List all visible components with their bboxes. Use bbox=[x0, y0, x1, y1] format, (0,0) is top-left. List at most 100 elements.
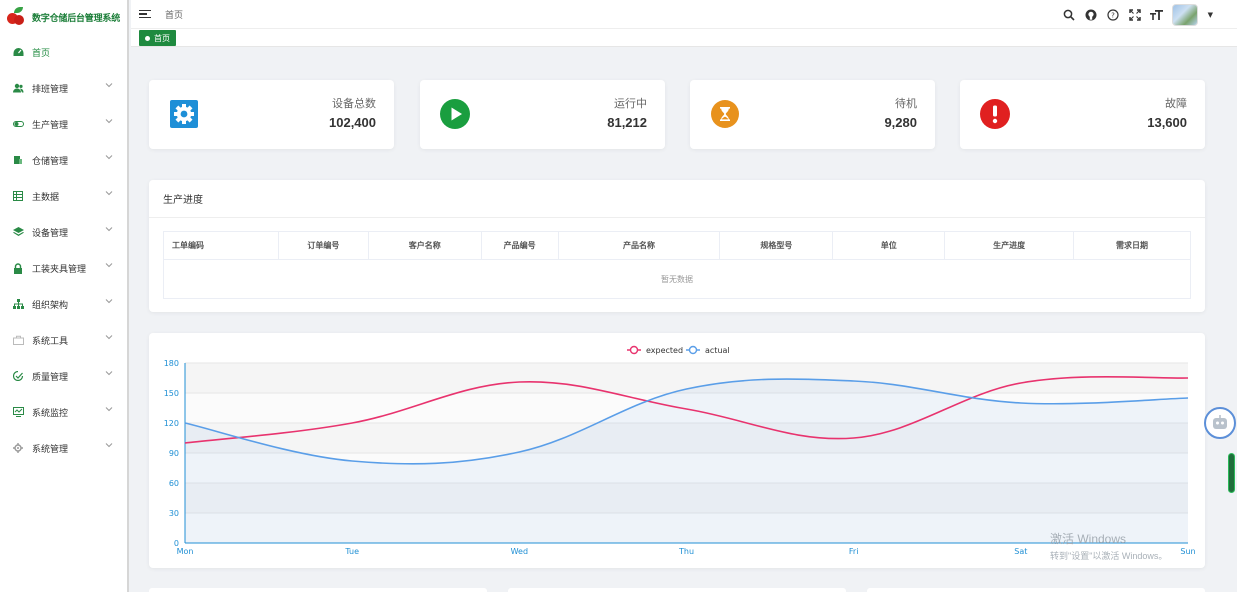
tags-view: 首页 bbox=[131, 28, 1237, 47]
logo-icon bbox=[6, 7, 26, 27]
sidebar-item[interactable]: 组织架构 bbox=[0, 286, 127, 322]
bottom-card bbox=[508, 588, 846, 592]
monitor-icon bbox=[12, 406, 24, 418]
column-header[interactable]: 需求日期 bbox=[1073, 231, 1191, 260]
x-tick-label: Tue bbox=[344, 547, 359, 556]
tag-label: 首页 bbox=[154, 33, 170, 43]
legend-label: actual bbox=[705, 346, 730, 355]
column-header[interactable]: 产品编号 bbox=[480, 231, 559, 260]
search-icon[interactable] bbox=[1062, 8, 1076, 22]
stat-label: 设备总数 bbox=[332, 97, 376, 110]
play-icon bbox=[440, 99, 470, 129]
chevron-down-icon bbox=[105, 369, 113, 377]
column-header[interactable]: 订单编号 bbox=[277, 231, 369, 260]
tag-home[interactable]: 首页 bbox=[139, 30, 176, 46]
sidebar-item-label: 系统监控 bbox=[32, 408, 69, 419]
stat-card-total: 设备总数 102,400 bbox=[149, 80, 394, 149]
hourglass-icon bbox=[710, 99, 740, 129]
y-tick-label: 180 bbox=[164, 359, 179, 368]
chevron-down-icon bbox=[105, 153, 113, 161]
top-navbar: 首页 ? ▼ bbox=[131, 0, 1237, 28]
fullscreen-icon[interactable] bbox=[1128, 8, 1142, 22]
svg-text:?: ? bbox=[1111, 12, 1115, 20]
sidebar-item[interactable]: 系统管理 bbox=[0, 430, 127, 466]
sidebar-item[interactable]: 生产管理 bbox=[0, 106, 127, 142]
sidebar-item-label: 系统管理 bbox=[32, 444, 69, 455]
stat-value: 102,400 bbox=[329, 115, 376, 130]
sidebar-item[interactable]: 首页 bbox=[0, 34, 127, 70]
chevron-down-icon[interactable]: ▼ bbox=[1208, 11, 1213, 19]
lock-icon bbox=[12, 262, 24, 274]
exclamation-icon bbox=[980, 99, 1010, 129]
stat-value: 9,280 bbox=[884, 115, 917, 130]
app-title: 数字仓储后台管理系统 bbox=[32, 13, 121, 24]
chevron-down-icon bbox=[105, 225, 113, 233]
bottom-card bbox=[867, 588, 1205, 592]
assistant-bot-icon[interactable] bbox=[1204, 407, 1236, 439]
y-tick-label: 150 bbox=[164, 389, 179, 398]
github-icon[interactable] bbox=[1084, 8, 1098, 22]
stat-label: 待机 bbox=[895, 97, 917, 110]
column-header[interactable]: 产品名称 bbox=[557, 231, 721, 260]
chevron-down-icon bbox=[105, 261, 113, 269]
sidebar-item[interactable]: 排班管理 bbox=[0, 70, 127, 106]
sidebar: 数字仓储后台管理系统 首页排班管理生产管理仓储管理主数据设备管理工装夹具管理 组织… bbox=[0, 0, 129, 592]
table-header-row: 工单编码 订单编号 客户名称 产品编号 产品名称 规格型号 单位 生产进度 需求日期 bbox=[163, 231, 1191, 260]
breadcrumb[interactable]: 首页 bbox=[165, 8, 183, 21]
sidebar-item[interactable]: 主数据 bbox=[0, 178, 127, 214]
toolbox-icon bbox=[12, 334, 24, 346]
sidebar-item-label: 工装夹具管理 bbox=[32, 264, 87, 275]
sidebar-item-label: 设备管理 bbox=[32, 228, 69, 239]
x-tick-label: Fri bbox=[849, 547, 859, 556]
stat-card-standby: 待机 9,280 bbox=[690, 80, 935, 149]
sidebar-item[interactable]: 系统监控 bbox=[0, 394, 127, 430]
empty-text: 暂无数据 bbox=[163, 259, 1191, 299]
table-icon bbox=[12, 190, 24, 202]
card-title: 生产进度 bbox=[149, 180, 1205, 218]
x-tick-label: Thu bbox=[678, 547, 694, 556]
windows-activation-watermark: 激活 Windows 转到"设置"以激活 Windows。 bbox=[1050, 530, 1167, 562]
sidebar-item-label: 组织架构 bbox=[32, 300, 69, 311]
stat-label: 运行中 bbox=[614, 97, 647, 110]
column-header[interactable]: 单位 bbox=[832, 231, 946, 260]
layers-icon bbox=[12, 226, 24, 238]
watermark-line1: 激活 Windows bbox=[1050, 532, 1127, 546]
sidebar-item-label: 首页 bbox=[32, 48, 51, 59]
watermark-line2: 转到"设置"以激活 Windows。 bbox=[1050, 551, 1168, 561]
gear-icon bbox=[169, 99, 199, 129]
y-tick-label: 90 bbox=[169, 449, 179, 458]
dashboard-icon bbox=[12, 46, 24, 58]
font-size-icon[interactable] bbox=[1149, 8, 1164, 22]
column-header[interactable]: 规格型号 bbox=[719, 231, 834, 260]
column-header[interactable]: 工单编码 bbox=[163, 231, 279, 260]
sidebar-item[interactable]: 质量管理 bbox=[0, 358, 127, 394]
sidebar-item[interactable]: 系统工具 bbox=[0, 322, 127, 358]
column-header[interactable]: 生产进度 bbox=[944, 231, 1075, 260]
user-avatar[interactable] bbox=[1171, 4, 1198, 26]
top-tools: ? ▼ bbox=[1062, 4, 1213, 26]
chevron-down-icon bbox=[105, 189, 113, 197]
x-tick-label: Sun bbox=[1180, 547, 1195, 556]
users-icon bbox=[12, 82, 24, 94]
sidebar-item-label: 系统工具 bbox=[32, 336, 69, 347]
sidebar-item[interactable]: 工装夹具管理 bbox=[0, 250, 127, 286]
logo[interactable]: 数字仓储后台管理系统 bbox=[0, 0, 127, 34]
sidebar-item[interactable]: 设备管理 bbox=[0, 214, 127, 250]
active-dot-icon bbox=[145, 35, 150, 41]
bottom-card bbox=[149, 588, 487, 592]
sidebar-item-label: 生产管理 bbox=[32, 120, 69, 131]
line-chart[interactable]: 0306090120150180Mon Tue Wed Thu Fri Sat Sunexp… bbox=[149, 333, 1205, 568]
legend-label: expected bbox=[646, 346, 683, 355]
org-tree-icon bbox=[12, 298, 24, 310]
help-icon[interactable]: ? bbox=[1106, 8, 1120, 22]
sidebar-item-label: 仓储管理 bbox=[32, 156, 69, 167]
column-header[interactable]: 客户名称 bbox=[367, 231, 482, 260]
x-tick-label: Sat bbox=[1014, 547, 1027, 556]
sidebar-item[interactable]: 仓储管理 bbox=[0, 142, 127, 178]
scrollbar-thumb[interactable] bbox=[1228, 453, 1235, 493]
sidebar-item-label: 质量管理 bbox=[32, 372, 69, 383]
progress-table: 工单编码 订单编号 客户名称 产品编号 产品名称 规格型号 单位 生产进度 需求日期 暂无数据 bbox=[163, 231, 1191, 299]
chevron-down-icon bbox=[105, 117, 113, 125]
hamburger-toggle-icon[interactable] bbox=[139, 7, 153, 21]
production-progress-card: 生产进度 工单编码 订单编号 客户名称 产品编号 产品名称 规格型号 单位 生产进度 需求日期 … bbox=[149, 180, 1205, 312]
